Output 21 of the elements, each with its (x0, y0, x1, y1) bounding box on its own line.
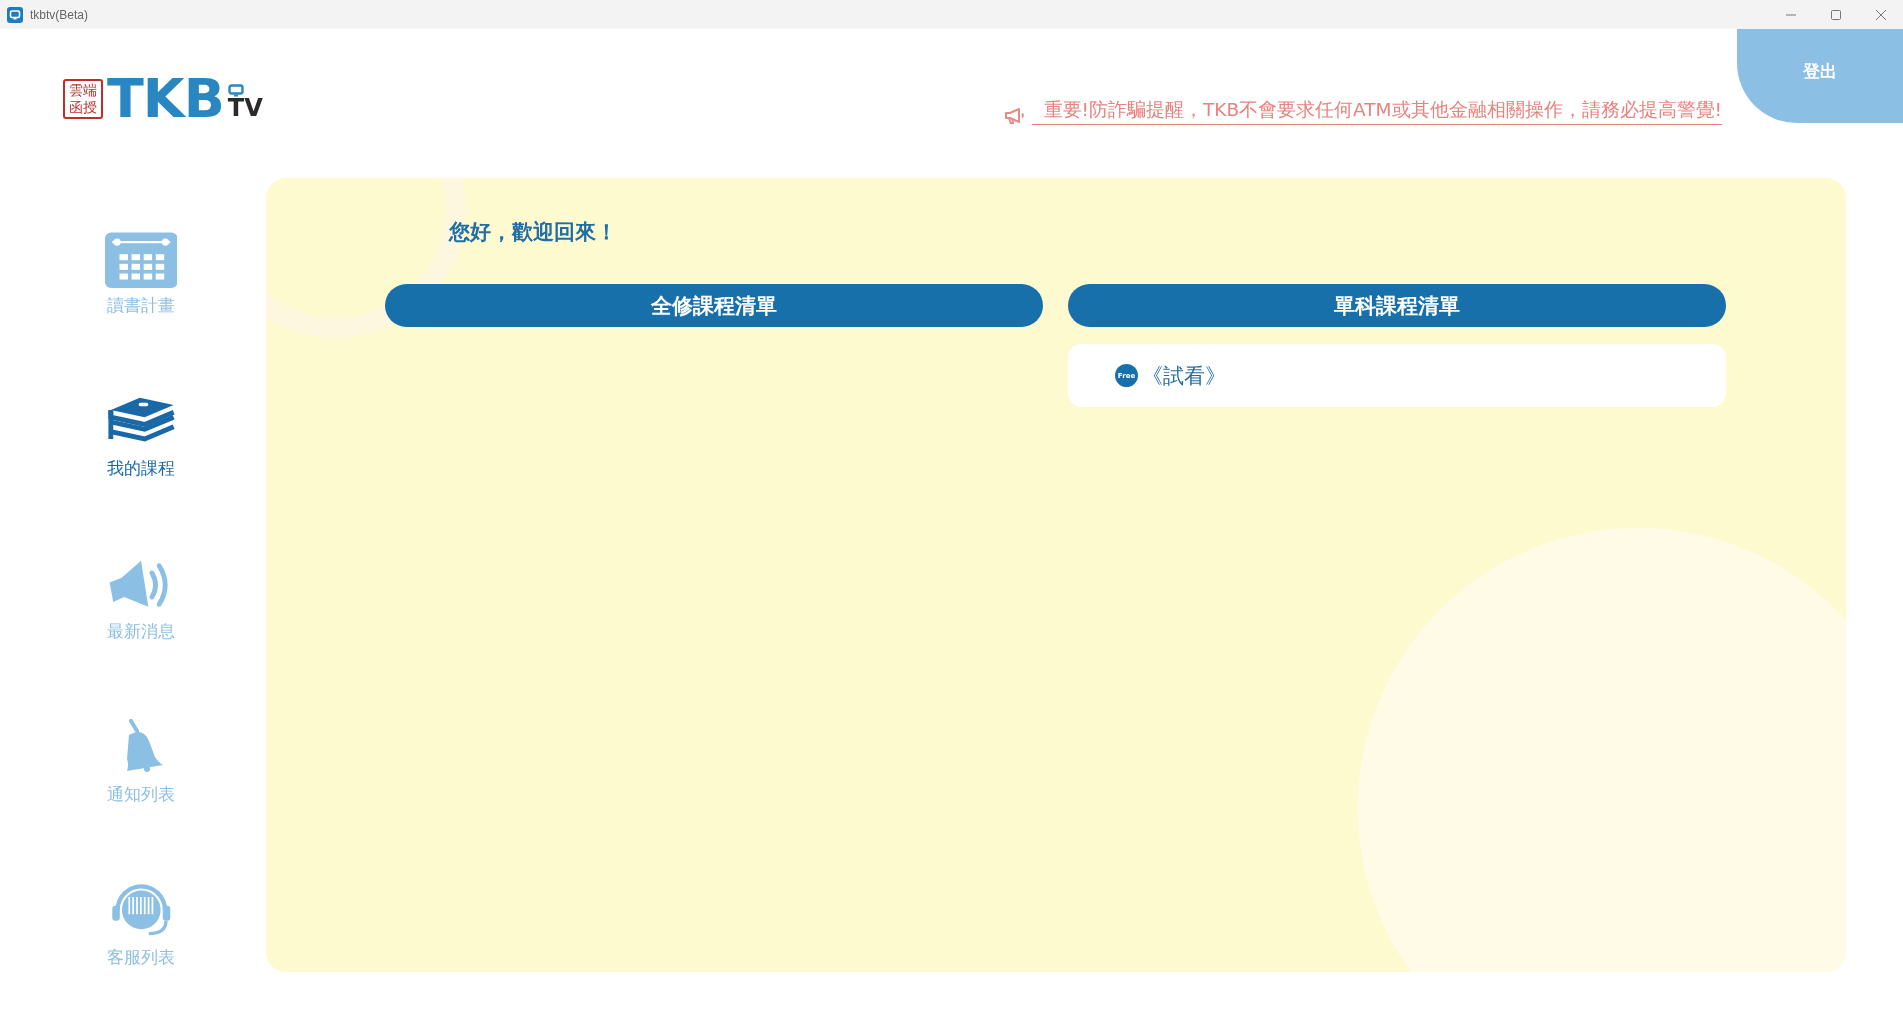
megaphone-icon (1003, 107, 1026, 125)
logo-suffix: TV (227, 97, 263, 119)
sidebar-item[interactable]: 最新消息 (91, 556, 191, 643)
logo-seal: 雲端 函授 (63, 79, 103, 119)
monitor-icon (227, 84, 244, 97)
calendar-icon (104, 230, 178, 288)
course-list-button[interactable]: 全修課程清單 (385, 284, 1043, 327)
sidebar-item[interactable]: 通知列表 (91, 719, 191, 806)
course-title: 《試看》 (1142, 362, 1226, 390)
course-list-button[interactable]: 單科課程清單 (1068, 284, 1726, 327)
sidebar-item[interactable]: 讀書計畫 (91, 230, 191, 317)
sidebar-item[interactable]: 我的課程 (91, 393, 191, 480)
logo-text: TKB (107, 79, 224, 119)
fraud-warning-link[interactable]: 重要!防詐騙提醒，TKB不會要求任何ATM或其他金融相關操作，請務必提高警覺! (1031, 97, 1722, 125)
maximize-icon[interactable] (1830, 8, 1842, 21)
sidebar-item[interactable]: 客服列表 (91, 882, 191, 969)
welcome-greeting: 您好，歡迎回來！ (449, 219, 618, 246)
close-icon[interactable] (1875, 8, 1887, 21)
window-title: tkbtv(Beta) (30, 7, 89, 22)
app-icon (7, 6, 23, 23)
logout-button[interactable]: 登出 (1737, 29, 1903, 123)
